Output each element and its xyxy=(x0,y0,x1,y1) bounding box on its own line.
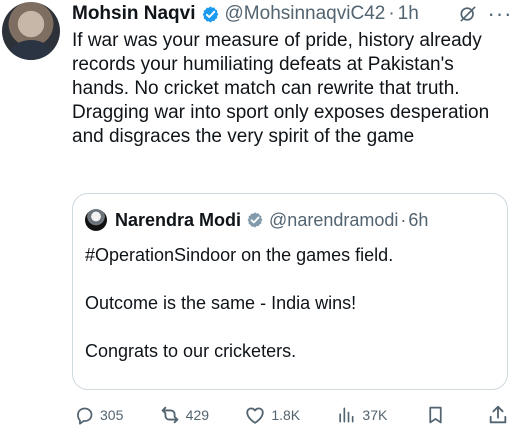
tweet-header: Mohsin Naqvi @MohsinnaqviC42 · 1h ··· xyxy=(72,0,520,28)
like-button[interactable]: 1.8K xyxy=(243,402,300,428)
tweet-content: Mohsin Naqvi @MohsinnaqviC42 · 1h ··· If… xyxy=(72,0,520,149)
reply-button[interactable]: 305 xyxy=(72,402,123,428)
quoted-author-avatar xyxy=(85,209,107,231)
more-options-icon[interactable]: ··· xyxy=(488,3,512,25)
tweet-actions: 305 429 1.8K 37K xyxy=(72,402,512,428)
view-count: 37K xyxy=(362,407,388,423)
quoted-header-separator: · xyxy=(400,210,407,230)
like-count: 1.8K xyxy=(271,407,301,423)
reply-count: 305 xyxy=(100,407,124,423)
bookmark-icon xyxy=(429,406,442,424)
header-separator: · xyxy=(388,3,395,24)
repost-icon xyxy=(158,403,182,427)
bookmark-button[interactable] xyxy=(422,402,450,428)
quoted-tweet-text: #OperationSindoor on the games field. Ou… xyxy=(85,245,394,361)
repost-count: 429 xyxy=(185,407,210,423)
views-icon xyxy=(334,403,358,427)
avatar-shoulders xyxy=(10,40,52,60)
quoted-author-name[interactable]: Narendra Modi xyxy=(115,208,241,232)
verified-badge-icon xyxy=(201,5,220,24)
share-icon xyxy=(489,405,507,424)
grok-icon[interactable] xyxy=(458,4,478,24)
verified-badge-icon xyxy=(246,211,264,229)
reply-icon xyxy=(72,403,96,427)
quoted-author-handle[interactable]: @narendramodi xyxy=(269,208,398,232)
views-button[interactable]: 37K xyxy=(334,402,387,428)
tweet-time[interactable]: 1h xyxy=(398,0,419,28)
author-avatar[interactable] xyxy=(2,2,60,60)
like-icon xyxy=(243,403,267,427)
tweet-text: If war was your measure of pride, histor… xyxy=(72,30,495,147)
tweet-card[interactable]: Mohsin Naqvi @MohsinnaqviC42 · 1h ··· If… xyxy=(0,0,528,436)
quoted-tweet-time[interactable]: 6h xyxy=(408,208,428,232)
repost-button[interactable]: 429 xyxy=(158,402,209,428)
author-name[interactable]: Mohsin Naqvi xyxy=(72,0,196,28)
quoted-tweet[interactable]: Narendra Modi @narendramodi · 6h #Operat… xyxy=(72,193,508,390)
share-button[interactable] xyxy=(484,402,512,428)
author-handle[interactable]: @MohsinnaqviC42 xyxy=(225,0,386,28)
quoted-tweet-header: Narendra Modi @narendramodi · 6h xyxy=(85,208,428,232)
